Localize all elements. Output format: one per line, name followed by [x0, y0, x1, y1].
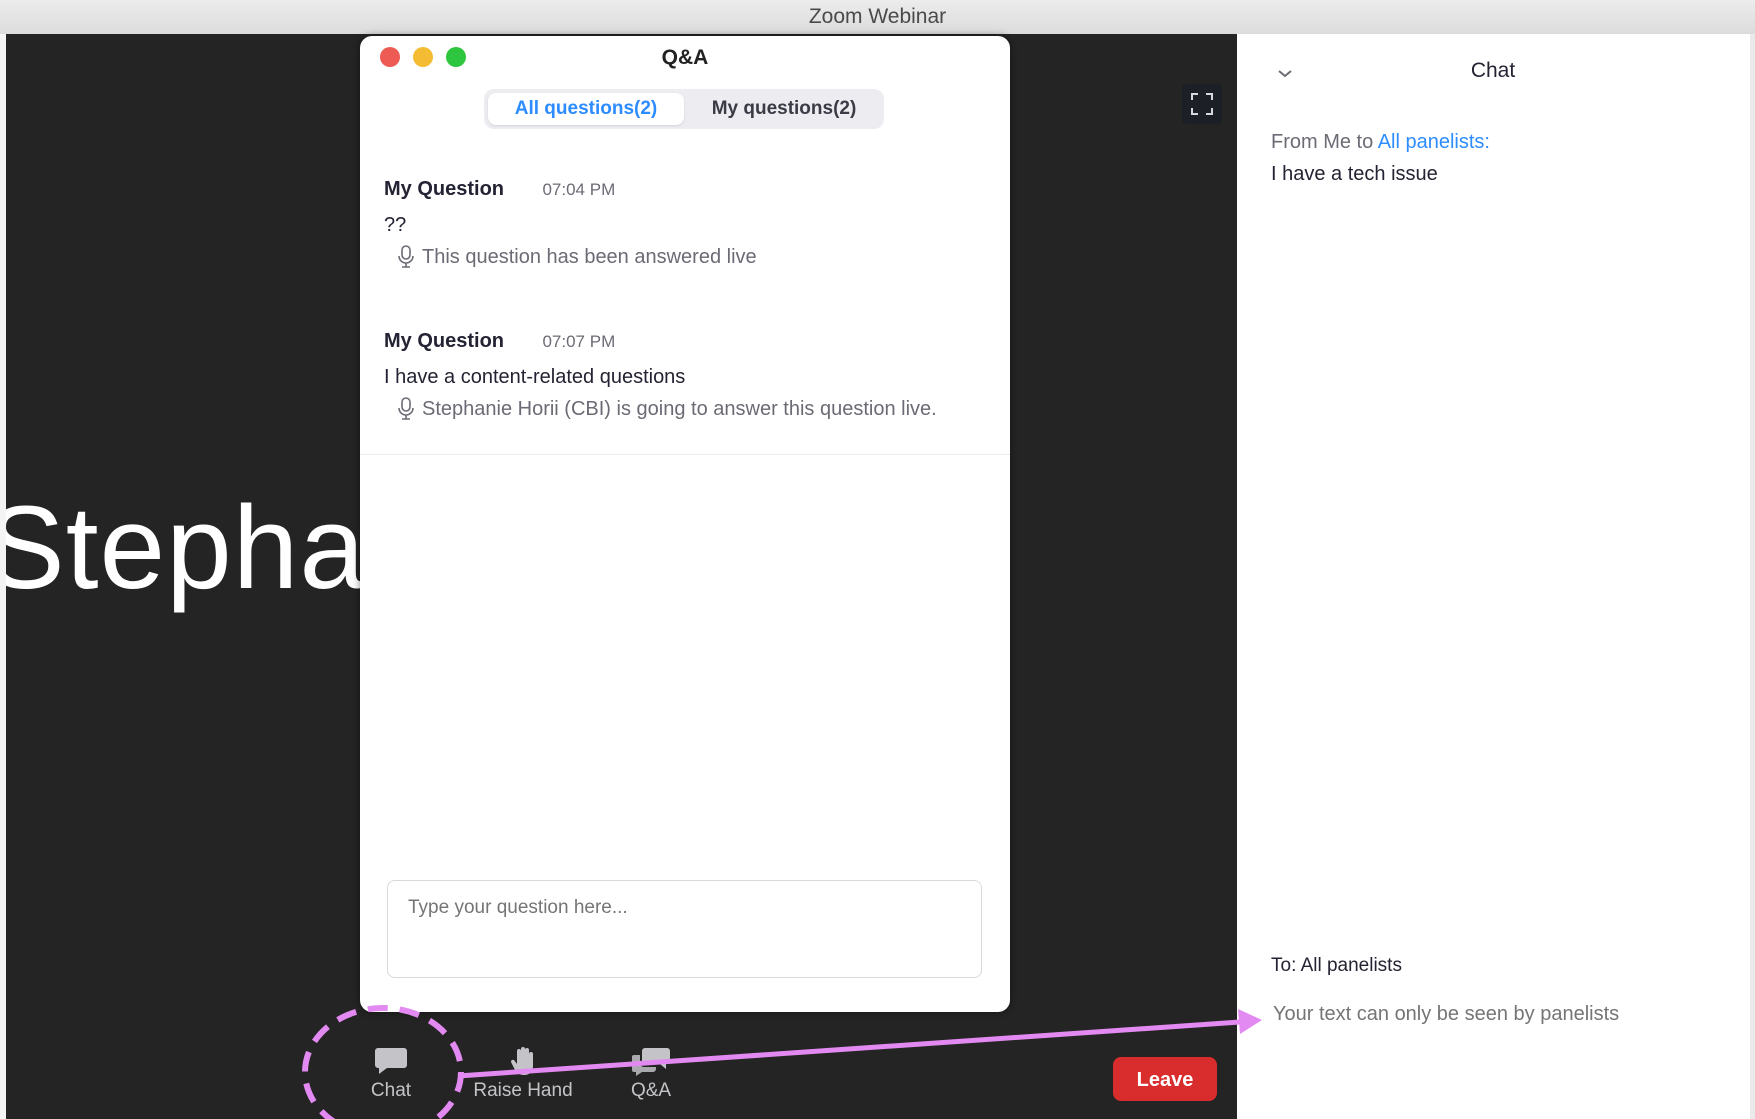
annotation-overlay	[302, 1005, 1262, 1119]
annotation-arrow-line	[457, 1019, 1241, 1079]
annotation-highlight-circle	[302, 1005, 464, 1119]
annotation-arrowhead	[1238, 1009, 1262, 1034]
